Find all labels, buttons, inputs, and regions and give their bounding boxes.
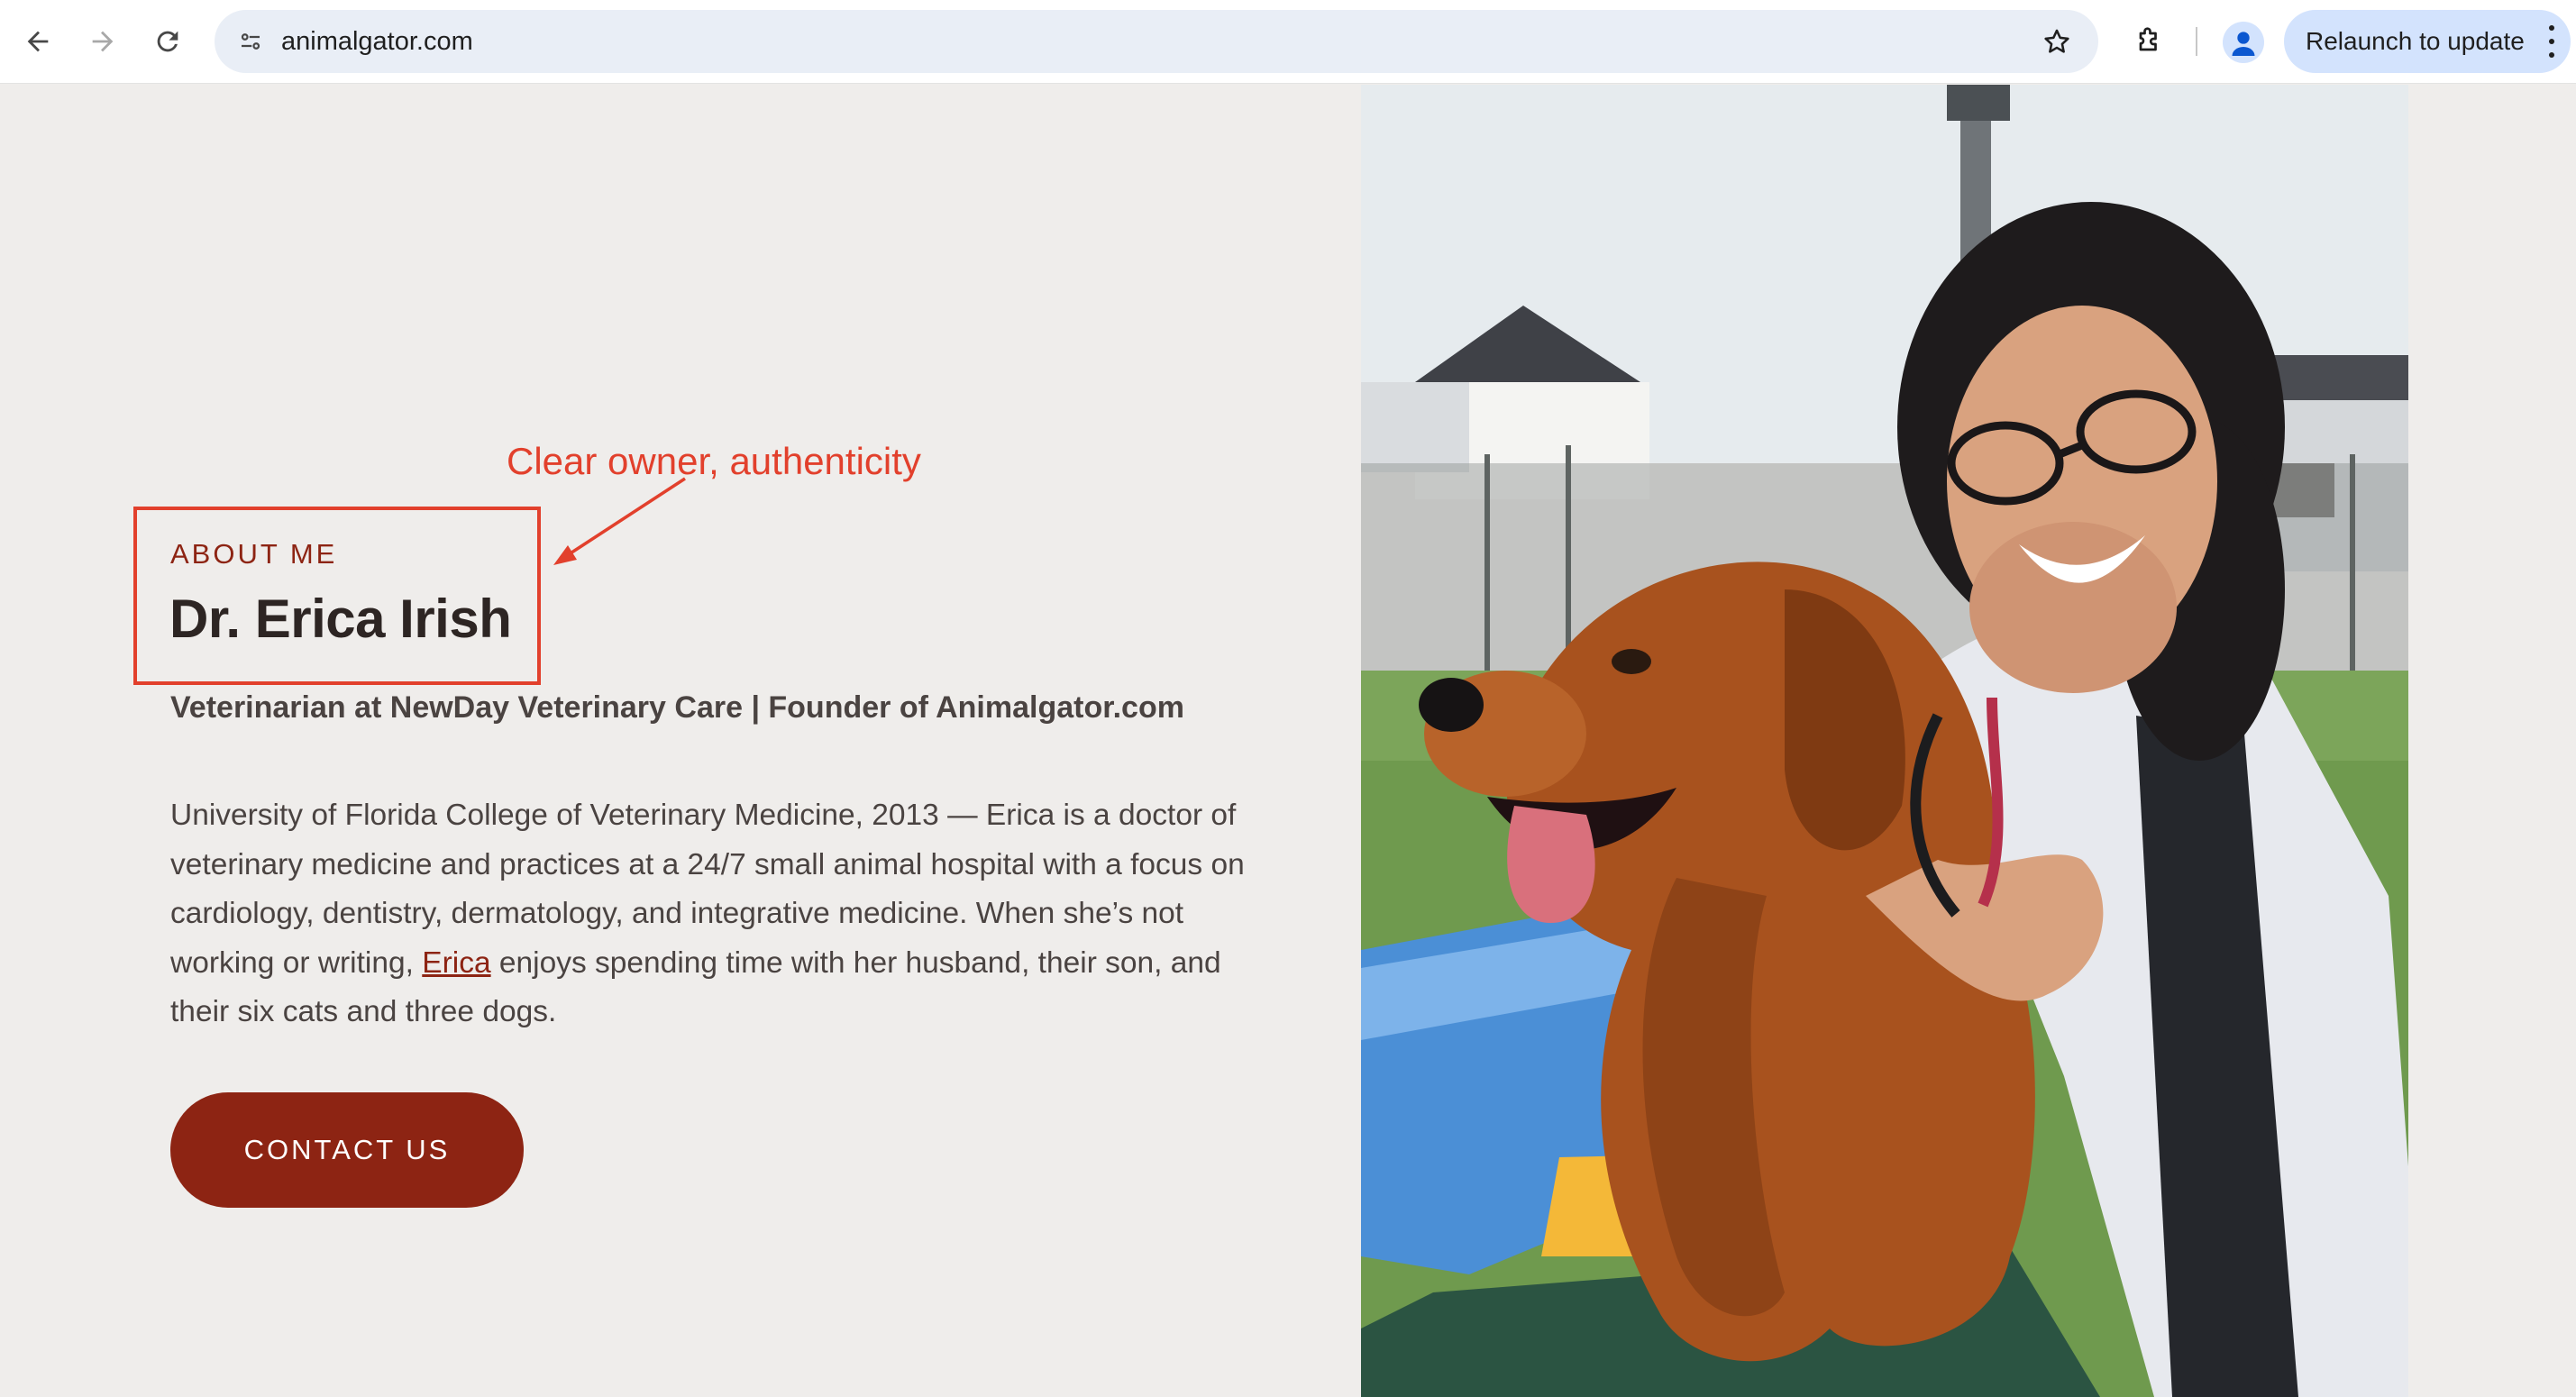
annotation-arrow-icon bbox=[553, 477, 686, 565]
forward-button[interactable] bbox=[78, 16, 128, 67]
extensions-icon bbox=[2139, 27, 2157, 51]
back-arrow-icon bbox=[27, 31, 49, 52]
author-bio: University of Florida College of Veterin… bbox=[170, 791, 1252, 1037]
url-text[interactable]: animalgator.com bbox=[281, 10, 473, 73]
relaunch-button[interactable]: Relaunch to update bbox=[2284, 10, 2571, 73]
site-info-button[interactable] bbox=[229, 20, 272, 63]
profile-icon bbox=[2232, 32, 2255, 56]
author-name: Dr. Erica Irish bbox=[169, 589, 512, 649]
bio-link-erica[interactable]: Erica bbox=[422, 946, 490, 980]
extensions-button[interactable] bbox=[2124, 16, 2174, 67]
more-vert-icon[interactable] bbox=[2545, 25, 2558, 58]
profile-button[interactable] bbox=[2223, 22, 2264, 63]
reload-button[interactable] bbox=[142, 16, 193, 67]
browser-toolbar: animalgator.com Relaunch to update bbox=[0, 0, 2576, 84]
section-eyebrow: ABOUT ME bbox=[170, 538, 338, 570]
relaunch-label: Relaunch to update bbox=[2306, 27, 2525, 55]
author-role: Veterinarian at NewDay Veterinary Care |… bbox=[170, 690, 1184, 725]
reload-icon bbox=[157, 31, 178, 52]
bookmark-star-icon bbox=[2044, 29, 2069, 53]
forward-arrow-icon bbox=[92, 31, 114, 52]
contact-us-button[interactable]: CONTACT US bbox=[170, 1092, 524, 1208]
site-info-icon bbox=[241, 33, 260, 50]
address-bar[interactable]: animalgator.com bbox=[215, 10, 2098, 73]
back-button[interactable] bbox=[13, 16, 63, 67]
bookmark-button[interactable] bbox=[2035, 20, 2078, 63]
author-photo bbox=[1361, 85, 2408, 1397]
toolbar-divider bbox=[2196, 27, 2197, 56]
